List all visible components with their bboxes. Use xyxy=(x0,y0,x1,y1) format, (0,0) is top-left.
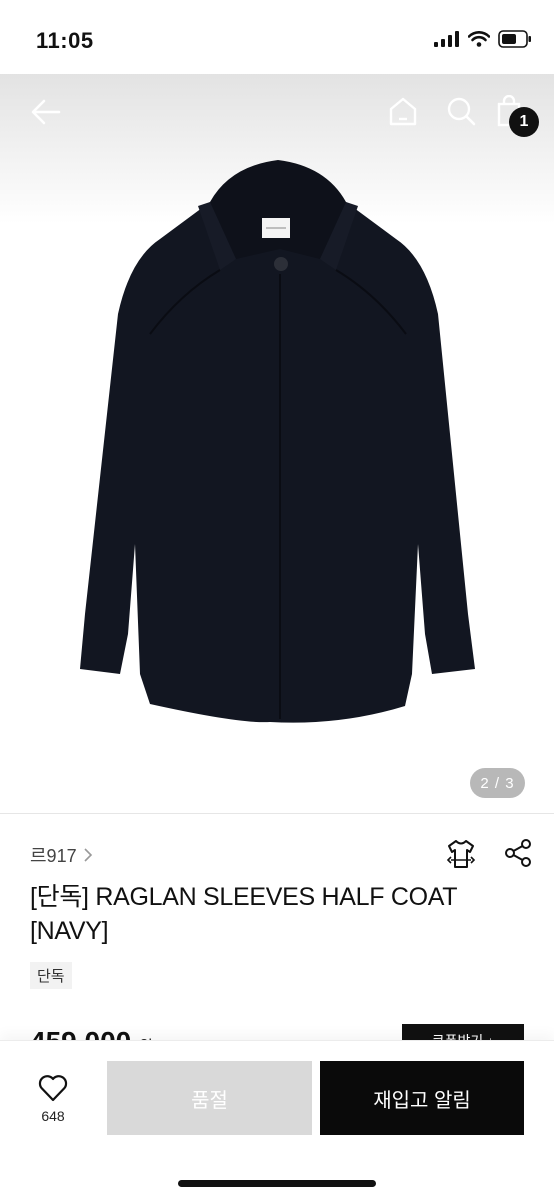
exclusive-tag: 단독 xyxy=(30,962,72,989)
home-button[interactable] xyxy=(384,92,422,130)
wifi-icon xyxy=(468,31,490,47)
search-button[interactable] xyxy=(442,92,480,130)
status-icons xyxy=(434,30,532,48)
product-title: [단독] RAGLAN SLEEVES HALF COAT [NAVY] xyxy=(30,880,510,948)
brand-link[interactable]: 르917 xyxy=(30,842,93,868)
product-title-line1: [단독] RAGLAN SLEEVES HALF COAT xyxy=(30,883,458,911)
battery-icon xyxy=(498,30,531,48)
chevron-right-icon xyxy=(84,848,92,862)
cart-count-badge: 1 xyxy=(509,107,539,137)
restock-alert-button[interactable]: 재입고 알림 xyxy=(320,1061,524,1135)
back-button[interactable] xyxy=(26,94,66,130)
share-icon[interactable] xyxy=(504,838,532,868)
size-guide-shirt-icon[interactable] xyxy=(446,838,476,870)
heart-icon xyxy=(38,1075,68,1102)
brand-name: 르917 xyxy=(30,846,77,866)
product-actions xyxy=(446,838,532,870)
status-bar: 11:05 xyxy=(0,0,554,74)
gallery-page-indicator: 2 / 3 xyxy=(470,768,525,798)
like-count: 648 xyxy=(41,1108,65,1124)
like-button[interactable]: 648 xyxy=(26,1074,80,1124)
home-indicator xyxy=(178,1180,376,1187)
back-arrow-icon xyxy=(31,99,61,125)
product-title-line2: [NAVY] xyxy=(30,917,109,945)
home-icon xyxy=(389,97,417,126)
divider xyxy=(0,813,554,814)
status-time: 11:05 xyxy=(36,28,94,53)
search-icon xyxy=(447,97,476,126)
product-image-gallery[interactable] xyxy=(0,74,554,814)
soldout-button[interactable]: 품절 xyxy=(107,1061,312,1135)
cellular-signal-icon xyxy=(434,31,459,47)
product-image-coat xyxy=(80,160,475,723)
